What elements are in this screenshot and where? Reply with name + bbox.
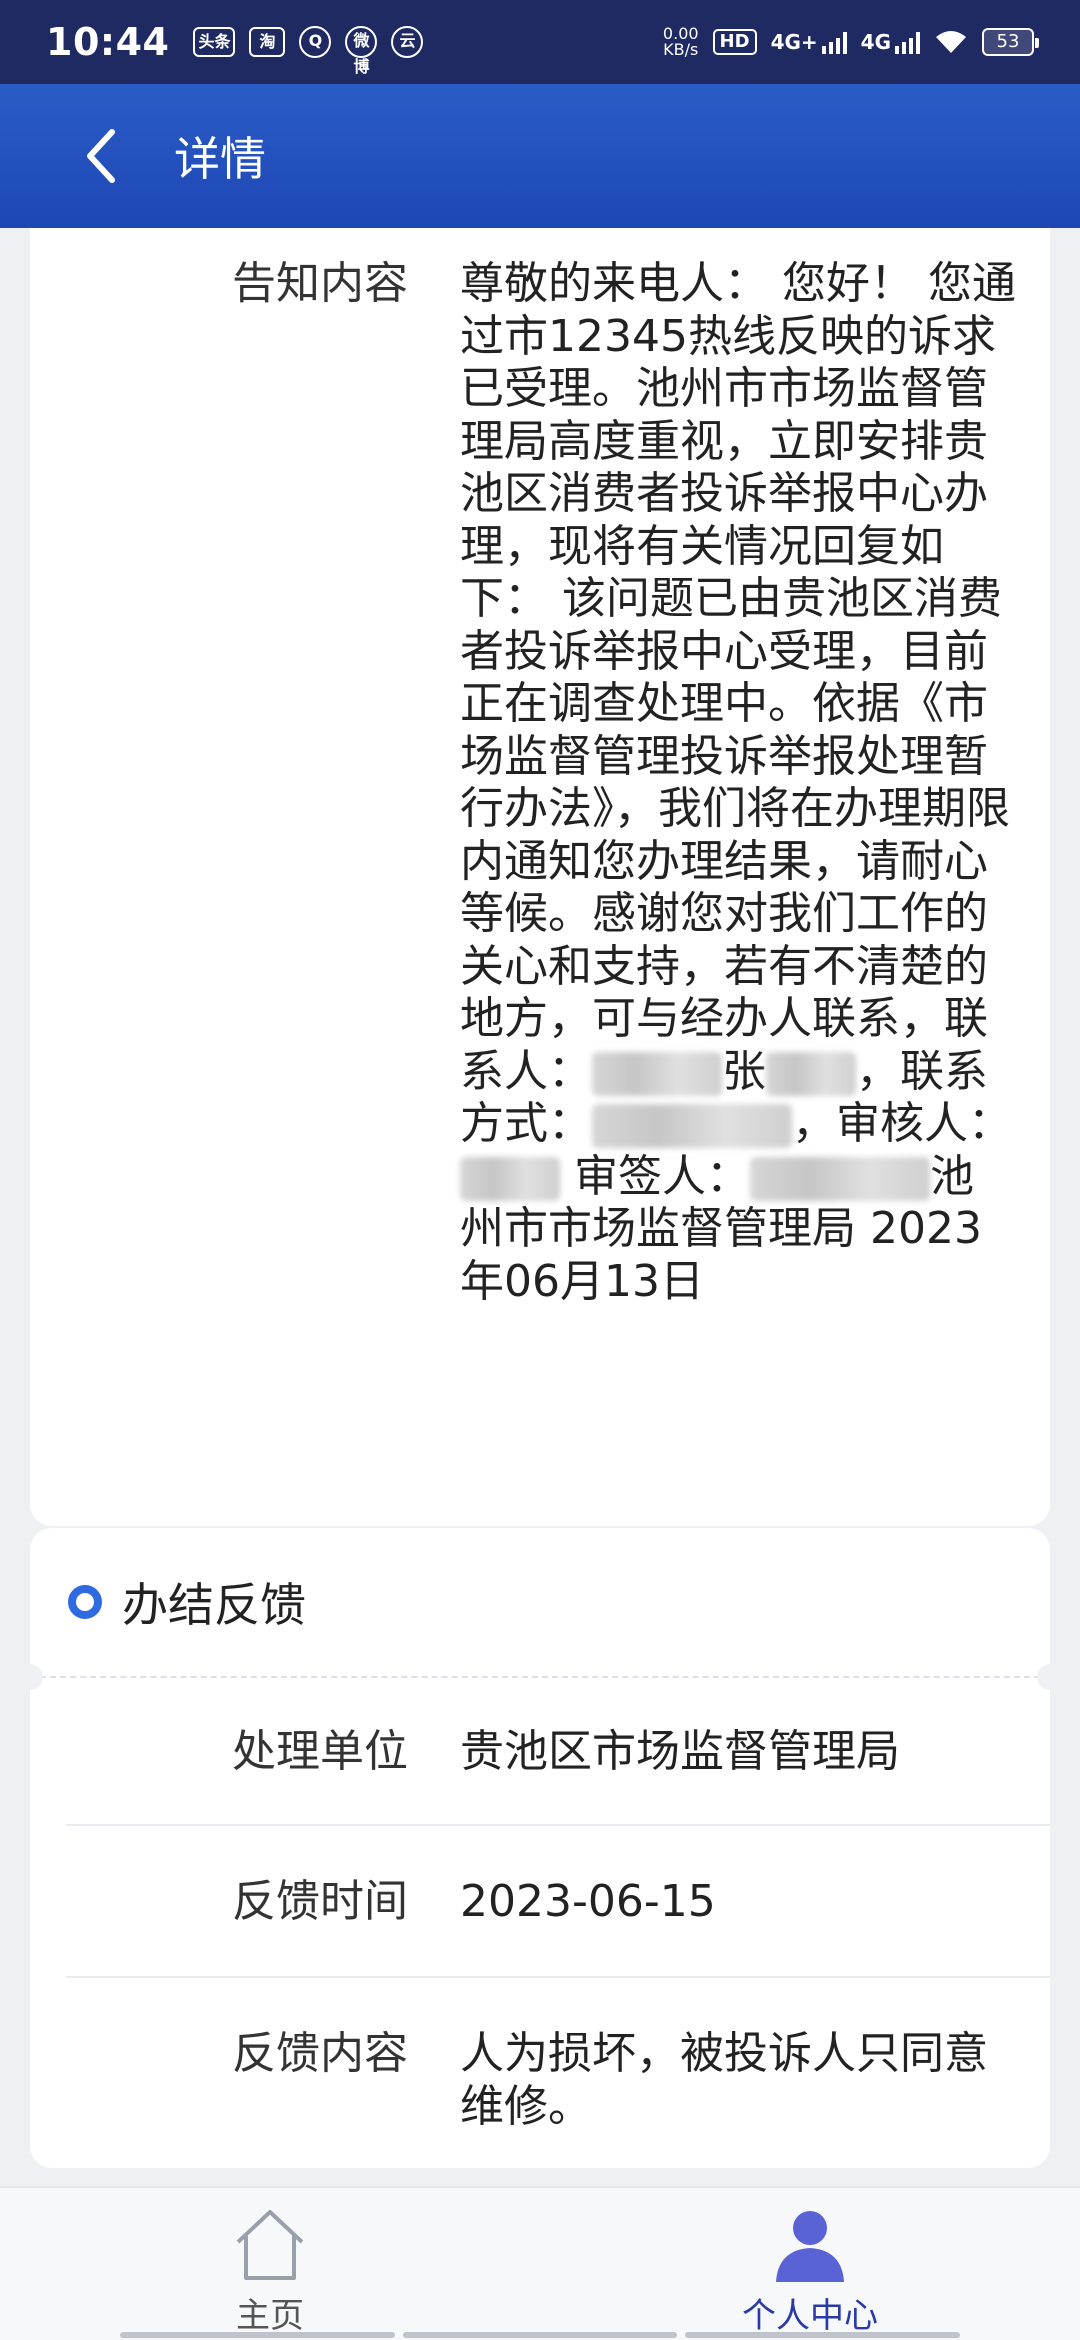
feedback-row-time: 反馈时间 2023-06-15 (30, 1876, 1050, 1929)
row-divider (66, 1976, 1050, 1978)
toutiao-icon: 头条 (193, 27, 236, 57)
feedback-value: 人为损坏，被投诉人只同意维修。 (460, 2028, 988, 2132)
qq-icon: Q (299, 26, 332, 58)
nav-home-label: 主页 (236, 2296, 304, 2336)
user-icon (776, 2211, 844, 2282)
notice-label: 告知内容 (232, 258, 408, 309)
home-icon (236, 2210, 304, 2280)
feedback-card: 办结反馈 处理单位 贵池区市场监督管理局 反馈时间 2023-06-15 反馈内… (17, 1528, 1063, 2168)
chevron-left-icon (87, 129, 115, 183)
redacted-contact-name (592, 1051, 722, 1096)
card-notch-left (17, 1664, 43, 1690)
status-time: 10:44 (46, 20, 170, 64)
status-bar: 10:44 头条 淘 Q 微博 云 0.00 KB/s HD 4G+ 4G 53 (0, 0, 1080, 84)
nav-home[interactable]: 主页 (0, 2188, 540, 2340)
taobao-icon: 淘 (249, 27, 286, 57)
nav-profile[interactable]: 个人中心 (540, 2188, 1080, 2340)
redacted-phone (592, 1104, 792, 1148)
status-app-icons: 头条 淘 Q 微博 云 (193, 26, 424, 76)
app-header: 详情 (0, 84, 1080, 228)
feedback-value: 2023-06-15 (460, 1876, 716, 1927)
notice-card: 告知内容 尊敬的来电人： 您好！ 您通过市12345热线反映的诉求已受理。池州市… (30, 228, 1050, 1526)
gesture-bar (120, 2332, 961, 2338)
notice-text: 尊敬的来电人： 您好！ 您通过市12345热线反映的诉求已受理。池州市市场监督管… (460, 258, 1016, 1307)
back-button[interactable] (52, 108, 148, 204)
bottom-nav: 主页 个人中心 (0, 2186, 1080, 2340)
battery-icon: 53 (982, 28, 1039, 56)
redacted-signer (750, 1156, 930, 1201)
wifi-icon (936, 31, 966, 53)
card-notch-right (1037, 1664, 1063, 1690)
detail-content[interactable]: 告知内容 尊敬的来电人： 您好！ 您通过市12345热线反映的诉求已受理。池州市… (0, 228, 1080, 2186)
status-right: 0.00 KB/s HD 4G+ 4G 53 (662, 24, 1039, 59)
net-speed: 0.00 KB/s (662, 24, 699, 59)
feedback-row-content: 反馈内容 人为损坏，被投诉人只同意维修。 (30, 2028, 1050, 2133)
feedback-label: 反馈时间 (232, 1876, 408, 1927)
redacted-reviewer (460, 1156, 560, 1201)
page-title: 详情 (174, 132, 266, 186)
nav-profile-label: 个人中心 (742, 2296, 878, 2336)
hd-icon: HD (712, 29, 757, 55)
row-divider (66, 1824, 1050, 1826)
section-dot-icon (68, 1585, 102, 1619)
signal-4g-plus-icon: 4G+ (771, 30, 847, 54)
notice-row: 告知内容 尊敬的来电人： 您好！ 您通过市12345热线反映的诉求已受理。池州市… (30, 258, 1050, 1308)
feedback-label: 处理单位 (232, 1726, 408, 1777)
feedback-section-title: 办结反馈 (122, 1578, 306, 1632)
feedback-row-unit: 处理单位 贵池区市场监督管理局 (30, 1726, 1050, 1779)
feedback-label: 反馈内容 (232, 2028, 408, 2079)
cloud-icon: 云 (391, 26, 424, 58)
redacted-contact-name-2 (766, 1051, 856, 1096)
signal-4g-icon: 4G (861, 30, 920, 54)
feedback-value: 贵池区市场监督管理局 (460, 1726, 900, 1777)
weibo-icon: 微博 (345, 26, 378, 76)
section-divider (30, 1676, 1050, 1678)
feedback-section-header: 办结反馈 (30, 1528, 1050, 1676)
